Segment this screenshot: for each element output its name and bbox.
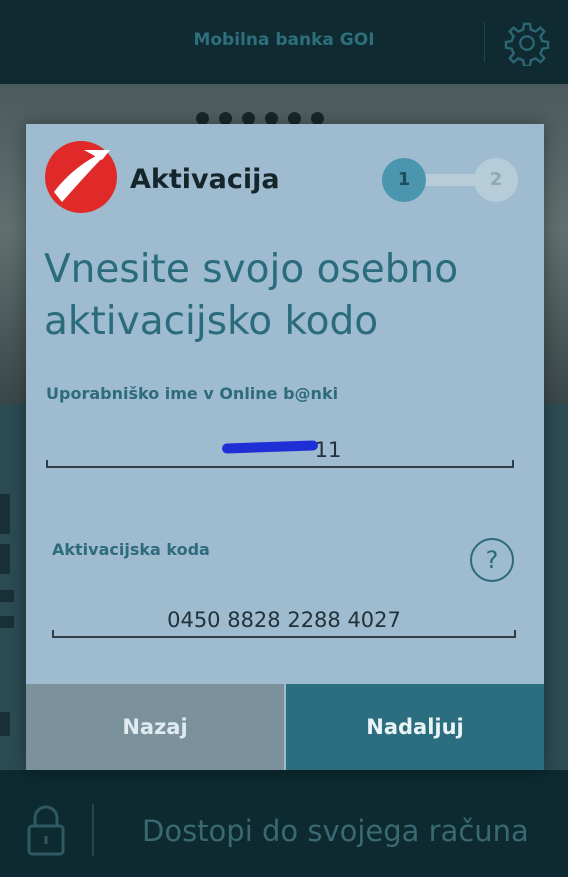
back-button[interactable]: Nazaj [26, 684, 284, 770]
content-fragment [0, 544, 10, 574]
help-icon[interactable]: ? [470, 538, 514, 582]
app-header: Mobilna banka GOI [0, 0, 568, 84]
gear-icon[interactable] [504, 20, 550, 66]
bank-logo-icon [45, 141, 117, 213]
continue-button[interactable]: Nadaljuj [286, 684, 544, 770]
content-fragment [0, 712, 10, 736]
account-access-link[interactable]: Dostopi do svojega računa [142, 814, 529, 848]
content-fragment [0, 494, 10, 534]
content-fragment [0, 616, 14, 628]
stepper: 1 2 [382, 158, 518, 202]
activation-code-value: 0450 8828 2288 4027 [167, 608, 401, 632]
step-2-indicator: 2 [474, 158, 518, 202]
header-divider [484, 22, 485, 62]
username-label: Uporabniško ime v Online b@nki [46, 384, 339, 403]
page-heading: Vnesite svojo osebno aktivacijsko kodo [44, 247, 459, 344]
activation-code-label: Aktivacijska koda [52, 540, 210, 559]
activation-modal: Aktivacija 1 2 Vnesite svojo osebno akti… [26, 124, 544, 770]
app-title: Mobilna banka GOI [193, 30, 375, 50]
bottom-divider [92, 804, 94, 856]
step-1-indicator: 1 [382, 158, 426, 202]
activation-code-field[interactable]: 0450 8828 2288 4027 [52, 606, 516, 638]
content-fragment [0, 590, 14, 602]
lock-icon [27, 805, 65, 856]
modal-title: Aktivacija [130, 164, 280, 195]
